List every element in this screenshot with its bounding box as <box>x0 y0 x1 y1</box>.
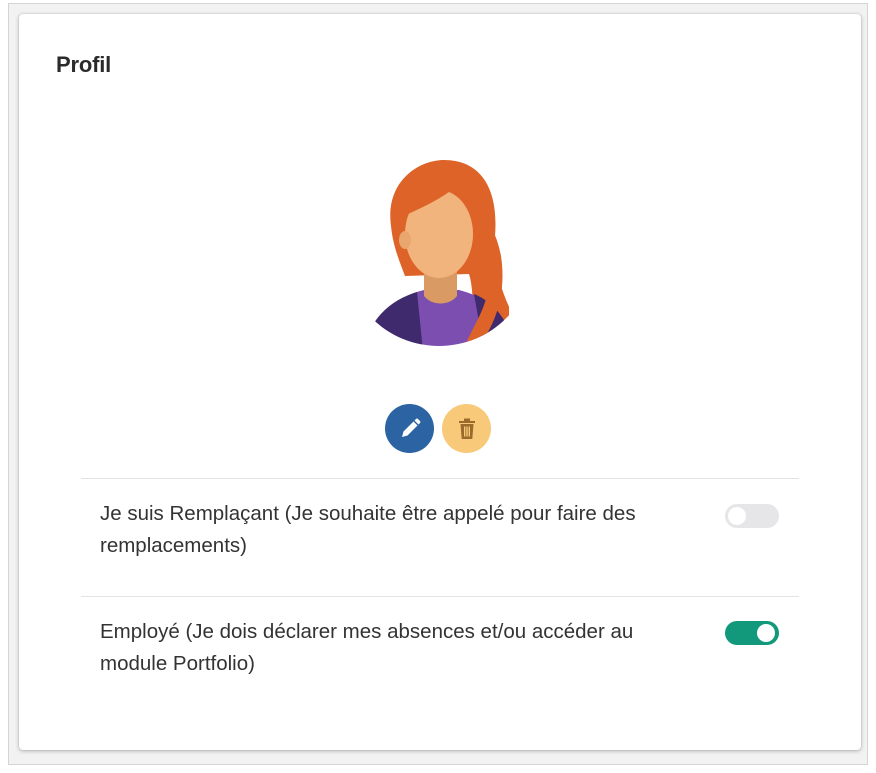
trash-icon <box>458 418 475 439</box>
edit-avatar-button[interactable] <box>385 404 434 453</box>
avatar-actions <box>385 404 491 453</box>
divider <box>81 596 799 597</box>
avatar-image <box>369 160 509 346</box>
option-remplacant-label: Je suis Remplaçant (Je souhaite être app… <box>100 502 636 557</box>
toggle-knob <box>757 624 775 642</box>
profile-card: Profil Je suis Remplaçant (Je souhaite ê… <box>19 14 861 750</box>
toggle-employe[interactable] <box>725 621 779 645</box>
toggle-remplacant[interactable] <box>725 504 779 528</box>
toggle-knob <box>728 507 746 525</box>
pencil-icon <box>401 418 420 437</box>
delete-avatar-button[interactable] <box>442 404 491 453</box>
option-employe-label: Employé (Je dois déclarer mes absences e… <box>100 620 634 675</box>
divider <box>81 478 799 479</box>
profile-title: Profil <box>56 52 112 77</box>
